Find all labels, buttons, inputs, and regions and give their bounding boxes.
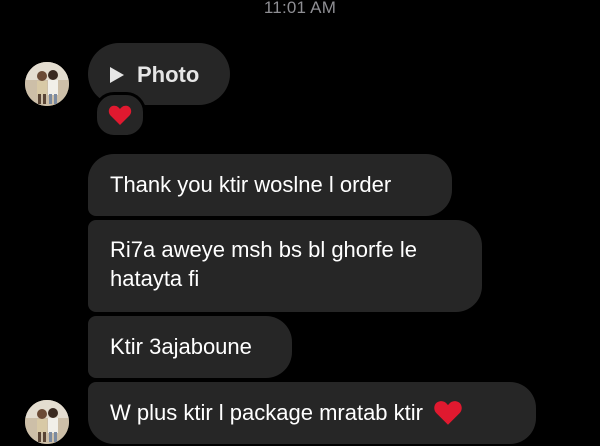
message-bubble[interactable]: Thank you ktir woslne l order xyxy=(88,154,452,216)
message-timestamp: 11:01 AM xyxy=(263,0,337,17)
heart-icon xyxy=(434,401,462,425)
chat-screen: 11:01 AM Photo Thank you ktir woslne l o… xyxy=(0,0,600,446)
sender-avatar[interactable] xyxy=(25,62,69,106)
avatar-photo xyxy=(25,62,69,106)
heart-icon xyxy=(108,105,132,125)
message-text: Ktir 3ajaboune xyxy=(110,334,252,359)
message-text: Thank you ktir woslne l order xyxy=(110,172,392,197)
message-bubble[interactable]: Ri7a aweye msh bs bl ghorfe le hatayta f… xyxy=(88,220,482,312)
avatar-photo xyxy=(25,400,69,444)
sender-avatar[interactable] xyxy=(25,400,69,444)
message-text: W plus ktir l package mratab ktir xyxy=(110,400,423,425)
message-bubble[interactable]: Ktir 3ajaboune xyxy=(88,316,292,378)
message-bubble[interactable]: W plus ktir l package mratab ktir xyxy=(88,382,536,444)
message-text: Ri7a aweye msh bs bl ghorfe le hatayta f… xyxy=(110,237,417,291)
heart-reaction[interactable] xyxy=(94,92,146,138)
photo-label: Photo xyxy=(137,61,200,87)
play-icon xyxy=(110,66,124,83)
